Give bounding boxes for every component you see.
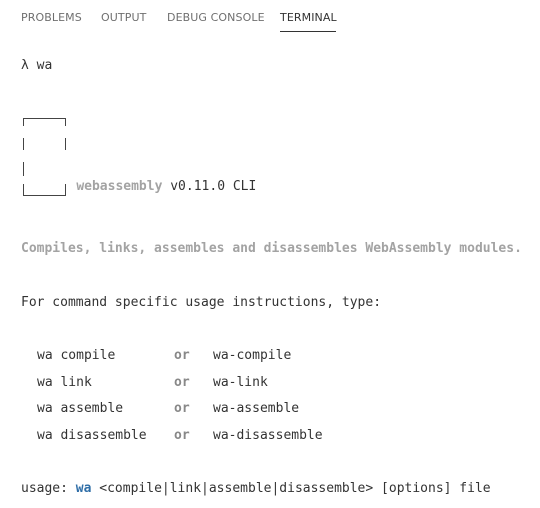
command-right: wa-assemble [213,401,300,416]
tab-debug-console[interactable]: DEBUG CONSOLE [167,11,265,24]
banner-version: v0.11.0 CLI [170,179,257,194]
description-line: Compiles, links, assembles and disassemb… [21,241,522,256]
tab-terminal[interactable]: TERMINAL [280,11,337,24]
command-or: or [174,375,190,390]
banner-name: webassembly [76,179,163,194]
tab-output[interactable]: OUTPUT [101,11,146,24]
tab-problems[interactable]: PROBLEMS [21,11,82,24]
usage-args: <compile|link|assemble|disassemble> [opt… [91,481,491,496]
command-right: wa-disassemble [213,428,323,443]
command-right: wa-link [213,375,268,390]
command-row: wa link or wa-link [37,375,268,391]
command-or: or [174,401,190,416]
command-left: wa link [37,375,92,390]
usage-intro-line: For command specific usage instructions,… [21,295,382,310]
usage-command: wa [75,481,92,496]
banner: webassembly v0.11.0 CLI [45,163,256,211]
command-or: or [174,428,190,443]
command-row: wa compile or wa-compile [37,348,291,364]
active-tab-indicator [280,31,336,32]
command-row: wa assemble or wa-assemble [37,401,299,417]
command-row: wa disassemble or wa-disassemble [37,428,323,444]
usage-prefix: usage: [21,481,76,496]
command-left: wa assemble [37,401,124,416]
command-or: or [174,348,190,363]
panel-tabs: PROBLEMS OUTPUT DEBUG CONSOLE TERMINAL [0,0,540,36]
command-left: wa disassemble [37,428,147,443]
prompt-line: λ wa [21,58,53,73]
usage-line: usage: wa <compile|link|assemble|disasse… [21,481,491,497]
command-right: wa-compile [213,348,292,363]
command-left: wa compile [37,348,116,363]
